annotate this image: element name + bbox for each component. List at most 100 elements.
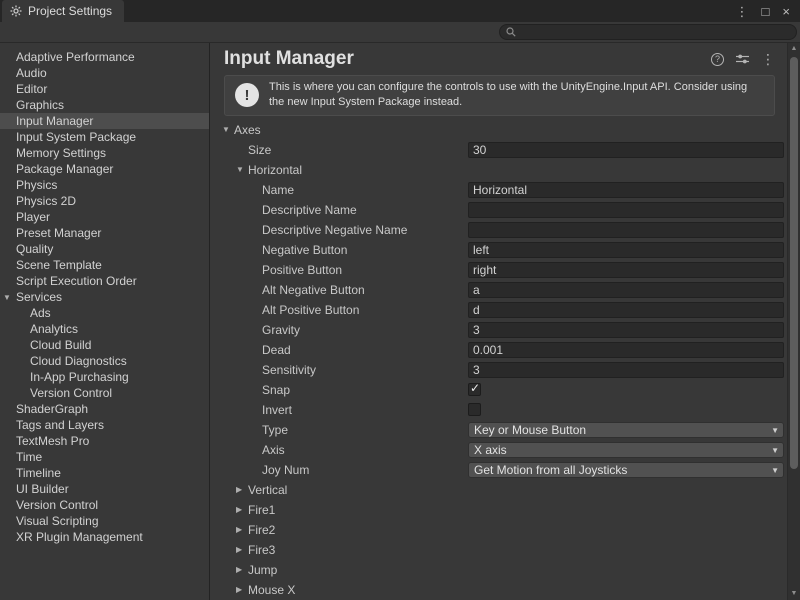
sidebar-item-physics-2d[interactable]: Physics 2D xyxy=(0,193,209,209)
foldout-arrow-icon[interactable]: ▶ xyxy=(236,505,248,514)
property-label: Alt Positive Button xyxy=(210,303,468,317)
sidebar-item-quality[interactable]: Quality xyxy=(0,241,209,257)
sidebar-item-memory-settings[interactable]: Memory Settings xyxy=(0,145,209,161)
sidebar-item-ads[interactable]: Ads xyxy=(0,305,209,321)
foldout-arrow-icon[interactable]: ▼ xyxy=(3,293,11,302)
gear-icon xyxy=(10,5,22,17)
tab-project-settings[interactable]: Project Settings xyxy=(2,0,124,22)
property-label[interactable]: ▼Horizontal xyxy=(210,163,468,177)
sidebar-item-analytics[interactable]: Analytics xyxy=(0,321,209,337)
foldout-arrow-icon[interactable]: ▶ xyxy=(236,585,248,594)
property-label[interactable]: ▶Fire3 xyxy=(210,543,468,557)
foldout-arrow-icon[interactable]: ▼ xyxy=(236,165,248,174)
text-field[interactable] xyxy=(468,142,784,158)
chevron-down-icon: ▼ xyxy=(771,466,779,475)
property-row: ▶Jump xyxy=(210,560,787,580)
dropdown[interactable]: Get Motion from all Joysticks▼ xyxy=(468,462,784,478)
text-field[interactable] xyxy=(468,322,784,338)
sidebar-item-ui-builder[interactable]: UI Builder xyxy=(0,481,209,497)
sidebar-item-physics[interactable]: Physics xyxy=(0,177,209,193)
sidebar-item-player[interactable]: Player xyxy=(0,209,209,225)
sidebar-item-adaptive-performance[interactable]: Adaptive Performance xyxy=(0,49,209,65)
label-text: Jump xyxy=(248,563,277,577)
text-field[interactable] xyxy=(468,202,784,218)
sidebar-item-label: Quality xyxy=(16,242,53,256)
sidebar-item-textmesh-pro[interactable]: TextMesh Pro xyxy=(0,433,209,449)
sidebar-item-timeline[interactable]: Timeline xyxy=(0,465,209,481)
checkbox[interactable] xyxy=(468,403,481,416)
foldout-arrow-icon[interactable]: ▼ xyxy=(222,125,234,134)
help-icon[interactable]: ? xyxy=(711,53,724,66)
more-menu-icon[interactable]: ⋮ xyxy=(761,52,775,66)
property-label[interactable]: ▶Jump xyxy=(210,563,468,577)
scrollbar-thumb[interactable] xyxy=(790,57,798,469)
text-field[interactable] xyxy=(468,362,784,378)
sidebar-item-shadergraph[interactable]: ShaderGraph xyxy=(0,401,209,417)
foldout-arrow-icon[interactable]: ▶ xyxy=(236,485,248,494)
sidebar-item-in-app-purchasing[interactable]: In-App Purchasing xyxy=(0,369,209,385)
sidebar-item-input-manager[interactable]: Input Manager xyxy=(0,113,209,129)
info-icon: ! xyxy=(235,83,259,107)
foldout-arrow-icon[interactable]: ▶ xyxy=(236,545,248,554)
text-field[interactable] xyxy=(468,182,784,198)
label-text: Alt Positive Button xyxy=(262,303,359,317)
sidebar-item-cloud-diagnostics[interactable]: Cloud Diagnostics xyxy=(0,353,209,369)
scroll-down-icon[interactable]: ▼ xyxy=(788,588,800,600)
text-field[interactable] xyxy=(468,302,784,318)
sidebar-item-script-execution-order[interactable]: Script Execution Order xyxy=(0,273,209,289)
property-row: ▼Horizontal xyxy=(210,160,787,180)
vertical-scrollbar[interactable]: ▲ ▼ xyxy=(787,43,800,600)
sidebar-item-tags-and-layers[interactable]: Tags and Layers xyxy=(0,417,209,433)
text-field[interactable] xyxy=(468,342,784,358)
sidebar-item-label: Editor xyxy=(16,82,47,96)
property-label: Negative Button xyxy=(210,243,468,257)
window-menu-icon[interactable]: ⋮ xyxy=(736,5,749,18)
sidebar-item-visual-scripting[interactable]: Visual Scripting xyxy=(0,513,209,529)
label-text: Fire3 xyxy=(248,543,275,557)
text-field[interactable] xyxy=(468,242,784,258)
property-label[interactable]: ▶Mouse X xyxy=(210,583,468,597)
label-text: Joy Num xyxy=(262,463,309,477)
sidebar-item-preset-manager[interactable]: Preset Manager xyxy=(0,225,209,241)
maximize-icon[interactable]: □ xyxy=(762,5,770,18)
property-field xyxy=(468,362,784,378)
text-field[interactable] xyxy=(468,282,784,298)
property-label[interactable]: ▼Axes xyxy=(210,123,468,137)
sidebar-item-scene-template[interactable]: Scene Template xyxy=(0,257,209,273)
chevron-down-icon: ▼ xyxy=(771,446,779,455)
property-field xyxy=(468,262,784,278)
presets-icon[interactable] xyxy=(736,53,749,65)
text-field[interactable] xyxy=(468,222,784,238)
property-field: Key or Mouse Button▼ xyxy=(468,422,784,438)
label-text: Type xyxy=(262,423,288,437)
foldout-arrow-icon[interactable]: ▶ xyxy=(236,565,248,574)
dropdown[interactable]: Key or Mouse Button▼ xyxy=(468,422,784,438)
search-box[interactable] xyxy=(499,24,797,40)
sidebar-item-package-manager[interactable]: Package Manager xyxy=(0,161,209,177)
checkbox[interactable]: ✓ xyxy=(468,383,481,396)
dropdown[interactable]: X axis▼ xyxy=(468,442,784,458)
search-input[interactable] xyxy=(520,26,790,38)
sidebar-item-editor[interactable]: Editor xyxy=(0,81,209,97)
label-text: Size xyxy=(248,143,271,157)
sidebar-item-version-control[interactable]: Version Control xyxy=(0,497,209,513)
property-label[interactable]: ▶Vertical xyxy=(210,483,468,497)
property-label[interactable]: ▶Fire1 xyxy=(210,503,468,517)
property-label[interactable]: ▶Fire2 xyxy=(210,523,468,537)
sidebar-item-version-control[interactable]: Version Control xyxy=(0,385,209,401)
property-row: Size xyxy=(210,140,787,160)
sidebar-item-input-system-package[interactable]: Input System Package xyxy=(0,129,209,145)
text-field[interactable] xyxy=(468,262,784,278)
label-text: Mouse X xyxy=(248,583,295,597)
sidebar-item-xr-plugin-management[interactable]: XR Plugin Management xyxy=(0,529,209,545)
sidebar-item-audio[interactable]: Audio xyxy=(0,65,209,81)
sidebar-item-cloud-build[interactable]: Cloud Build xyxy=(0,337,209,353)
sidebar-item-time[interactable]: Time xyxy=(0,449,209,465)
sidebar-item-services[interactable]: ▼Services xyxy=(0,289,209,305)
close-icon[interactable]: × xyxy=(782,5,790,18)
foldout-arrow-icon[interactable]: ▶ xyxy=(236,525,248,534)
sidebar-item-graphics[interactable]: Graphics xyxy=(0,97,209,113)
property-label: Descriptive Name xyxy=(210,203,468,217)
property-field xyxy=(468,302,784,318)
scroll-up-icon[interactable]: ▲ xyxy=(788,43,800,55)
